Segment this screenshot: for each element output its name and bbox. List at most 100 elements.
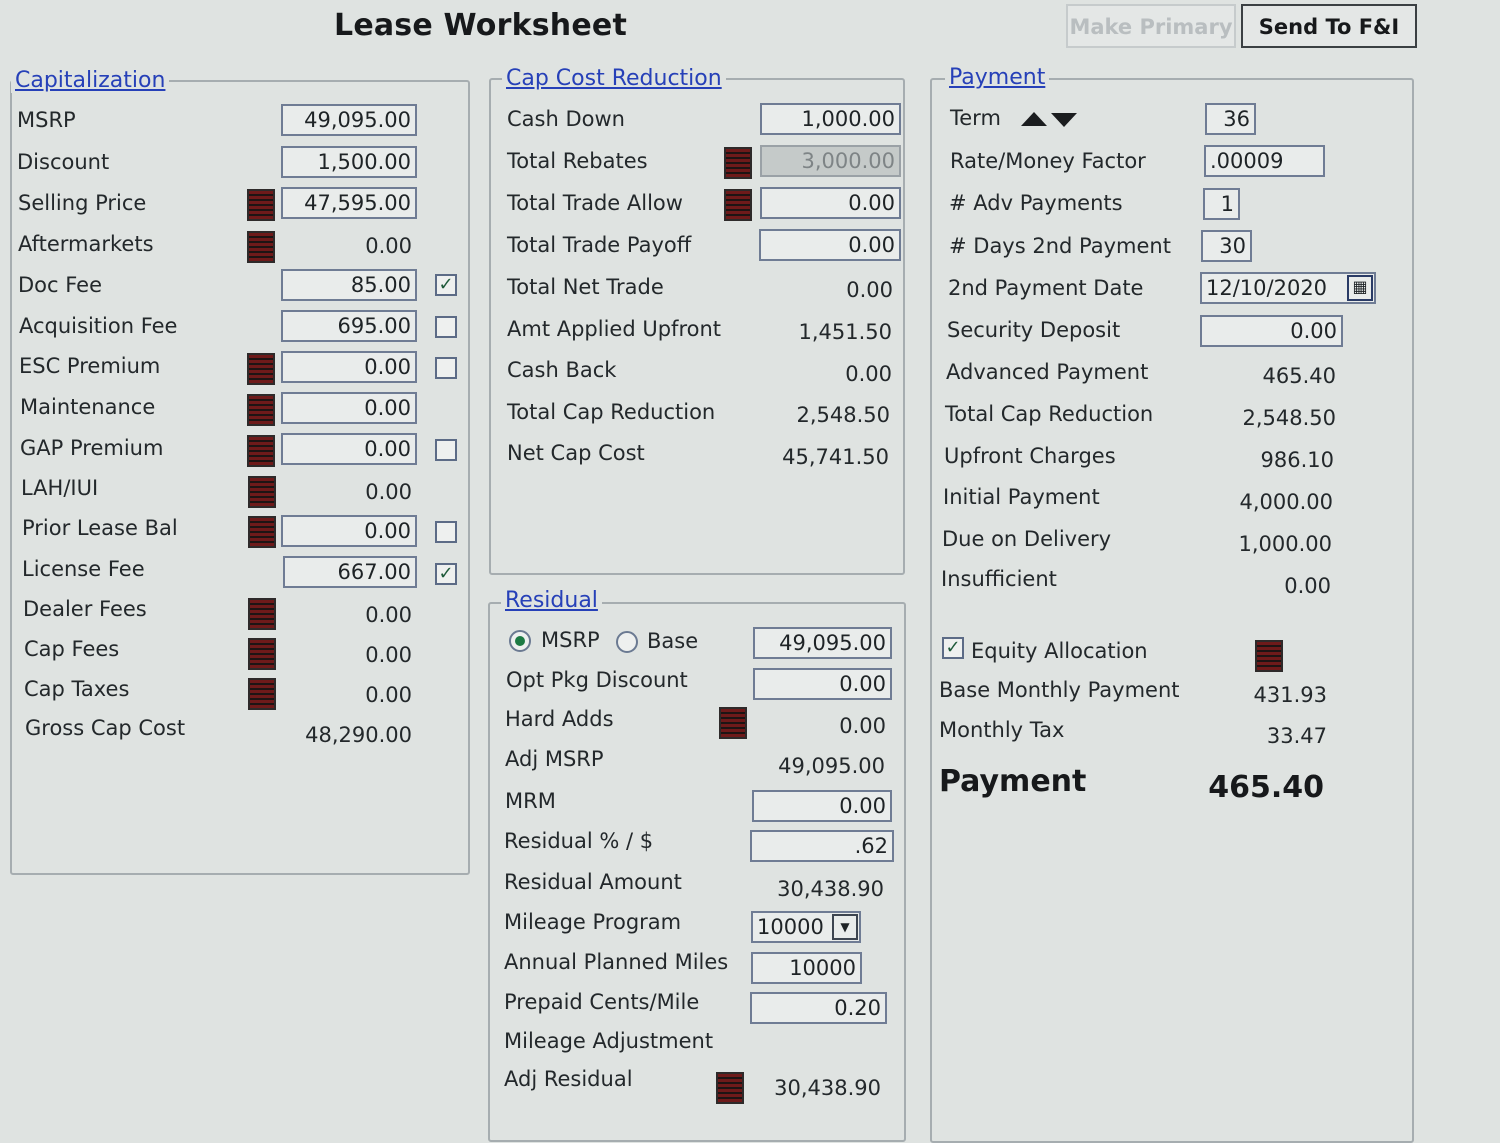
equity-allocation-calc-icon[interactable] <box>1255 640 1283 672</box>
total-trade-allow-calc-icon[interactable] <box>724 189 752 221</box>
prior-lease-bal-calc-icon[interactable] <box>248 516 276 548</box>
equity-allocation-label: Equity Allocation <box>971 639 1148 663</box>
cap-fees-label: Cap Fees <box>24 637 120 661</box>
dealer-fees-calc-icon[interactable] <box>248 598 276 630</box>
prepaid-cents-mile-input[interactable]: 0.20 <box>750 992 887 1024</box>
prior-lease-bal-label: Prior Lease Bal <box>22 516 178 540</box>
mileage-program-label: Mileage Program <box>504 910 682 934</box>
insufficient-value: 0.00 <box>1284 574 1331 598</box>
adv-payments-input[interactable]: 1 <box>1203 188 1240 220</box>
days-2nd-payment-label: # Days 2nd Payment <box>949 234 1171 258</box>
esc-premium-input[interactable]: 0.00 <box>281 351 417 383</box>
term-increase-icon[interactable] <box>1021 112 1047 126</box>
term-decrease-icon[interactable] <box>1051 113 1077 127</box>
days-2nd-payment-input[interactable]: 30 <box>1201 230 1252 262</box>
prior-lease-bal-input[interactable]: 0.00 <box>281 515 417 547</box>
total-rebates-calc-icon[interactable] <box>724 147 752 179</box>
maintenance-label: Maintenance <box>20 395 156 419</box>
gross-cap-cost-value: 48,290.00 <box>305 723 412 747</box>
maintenance-calc-icon[interactable] <box>247 394 275 426</box>
total-rebates-input[interactable]: 3,000.00 <box>760 145 901 177</box>
hard-adds-value: 0.00 <box>839 714 886 738</box>
cash-back-label: Cash Back <box>507 358 617 382</box>
monthly-tax-value: 33.47 <box>1266 724 1327 748</box>
aftermarkets-calc-icon[interactable] <box>247 231 275 263</box>
total-trade-allow-label: Total Trade Allow <box>507 191 683 215</box>
cash-down-label: Cash Down <box>507 107 625 131</box>
opt-pkg-discount-label: Opt Pkg Discount <box>506 668 688 692</box>
adj-residual-calc-icon[interactable] <box>716 1072 744 1104</box>
lah-iui-calc-icon[interactable] <box>248 476 276 508</box>
security-deposit-label: Security Deposit <box>947 318 1121 342</box>
cap-cost-reduction-legend: Cap Cost Reduction <box>502 66 726 91</box>
total-trade-payoff-input[interactable]: 0.00 <box>759 229 901 261</box>
total-cap-reduction-value: 2,548.50 <box>796 403 890 427</box>
license-fee-label: License Fee <box>22 557 145 581</box>
acquisition-fee-label: Acquisition Fee <box>19 314 178 338</box>
selling-price-calc-icon[interactable] <box>247 189 275 221</box>
total-trade-allow-input[interactable]: 0.00 <box>760 187 901 219</box>
msrp-label: MSRP <box>17 108 76 132</box>
cash-down-input[interactable]: 1,000.00 <box>760 103 901 135</box>
base-monthly-payment-value: 431.93 <box>1253 683 1327 707</box>
esc-premium-label: ESC Premium <box>19 354 161 378</box>
adv-payments-label: # Adv Payments <box>949 191 1123 215</box>
make-primary-button[interactable]: Make Primary <box>1066 4 1236 48</box>
gross-cap-cost-label: Gross Cap Cost <box>25 716 186 740</box>
residual-msrp-radio[interactable] <box>509 630 531 652</box>
term-label: Term <box>950 106 1001 130</box>
selling-price-input[interactable]: 47,595.00 <box>281 187 417 219</box>
cap-taxes-calc-icon[interactable] <box>248 678 276 710</box>
prior-lease-bal-checkbox[interactable] <box>435 521 457 543</box>
residual-pct-input[interactable]: .62 <box>750 830 894 862</box>
residual-base-radio[interactable] <box>616 631 638 653</box>
gap-premium-input[interactable]: 0.00 <box>281 433 417 465</box>
mileage-adjustment-label: Mileage Adjustment <box>504 1029 714 1053</box>
payment-total-value: 465.40 <box>1208 770 1324 805</box>
net-cap-cost-label: Net Cap Cost <box>507 441 645 465</box>
initial-payment-label: Initial Payment <box>943 485 1100 509</box>
discount-input[interactable]: 1,500.00 <box>281 146 417 178</box>
initial-payment-value: 4,000.00 <box>1239 490 1333 514</box>
esc-premium-calc-icon[interactable] <box>247 353 275 385</box>
opt-pkg-discount-input[interactable]: 0.00 <box>753 668 892 700</box>
gap-premium-label: GAP Premium <box>20 436 164 460</box>
hard-adds-label: Hard Adds <box>505 707 614 731</box>
rate-money-factor-input[interactable]: .00009 <box>1204 145 1325 177</box>
license-fee-input[interactable]: 667.00 <box>283 556 417 588</box>
annual-planned-miles-input[interactable]: 10000 <box>751 952 862 984</box>
term-input[interactable]: 36 <box>1205 103 1256 135</box>
mileage-program-dropdown-icon[interactable]: ▼ <box>832 914 858 940</box>
dealer-fees-label: Dealer Fees <box>23 597 147 621</box>
acquisition-fee-checkbox[interactable] <box>435 316 457 338</box>
hard-adds-calc-icon[interactable] <box>719 707 747 739</box>
dealer-fees-value: 0.00 <box>365 603 412 627</box>
cap-fees-calc-icon[interactable] <box>248 638 276 670</box>
payment-legend: Payment <box>945 65 1050 90</box>
msrp-input[interactable]: 49,095.00 <box>281 104 417 136</box>
monthly-tax-label: Monthly Tax <box>939 718 1065 742</box>
residual-pct-label: Residual % / $ <box>504 829 654 853</box>
due-on-delivery-value: 1,000.00 <box>1238 532 1332 556</box>
license-fee-checkbox[interactable]: ✓ <box>435 563 457 585</box>
residual-msrp-input[interactable]: 49,095.00 <box>753 627 892 659</box>
esc-premium-checkbox[interactable] <box>435 357 457 379</box>
cash-back-value: 0.00 <box>845 362 892 386</box>
doc-fee-checkbox[interactable]: ✓ <box>435 274 457 296</box>
aftermarkets-value: 0.00 <box>365 234 412 258</box>
calendar-icon[interactable]: ▦ <box>1347 275 1373 301</box>
lah-iui-label: LAH/IUI <box>21 476 99 500</box>
residual-legend: Residual <box>501 588 602 613</box>
mrm-input[interactable]: 0.00 <box>752 790 892 822</box>
maintenance-input[interactable]: 0.00 <box>281 392 417 424</box>
acquisition-fee-input[interactable]: 695.00 <box>281 310 417 342</box>
gap-premium-checkbox[interactable] <box>435 439 457 461</box>
gap-premium-calc-icon[interactable] <box>247 435 275 467</box>
equity-allocation-checkbox[interactable]: ✓ <box>942 637 964 659</box>
advanced-payment-value: 465.40 <box>1262 364 1336 388</box>
selling-price-label: Selling Price <box>18 191 147 215</box>
cap-taxes-label: Cap Taxes <box>24 677 130 701</box>
doc-fee-input[interactable]: 85.00 <box>281 269 417 301</box>
send-to-fi-button[interactable]: Send To F&I <box>1241 4 1417 48</box>
security-deposit-input[interactable]: 0.00 <box>1200 315 1343 347</box>
